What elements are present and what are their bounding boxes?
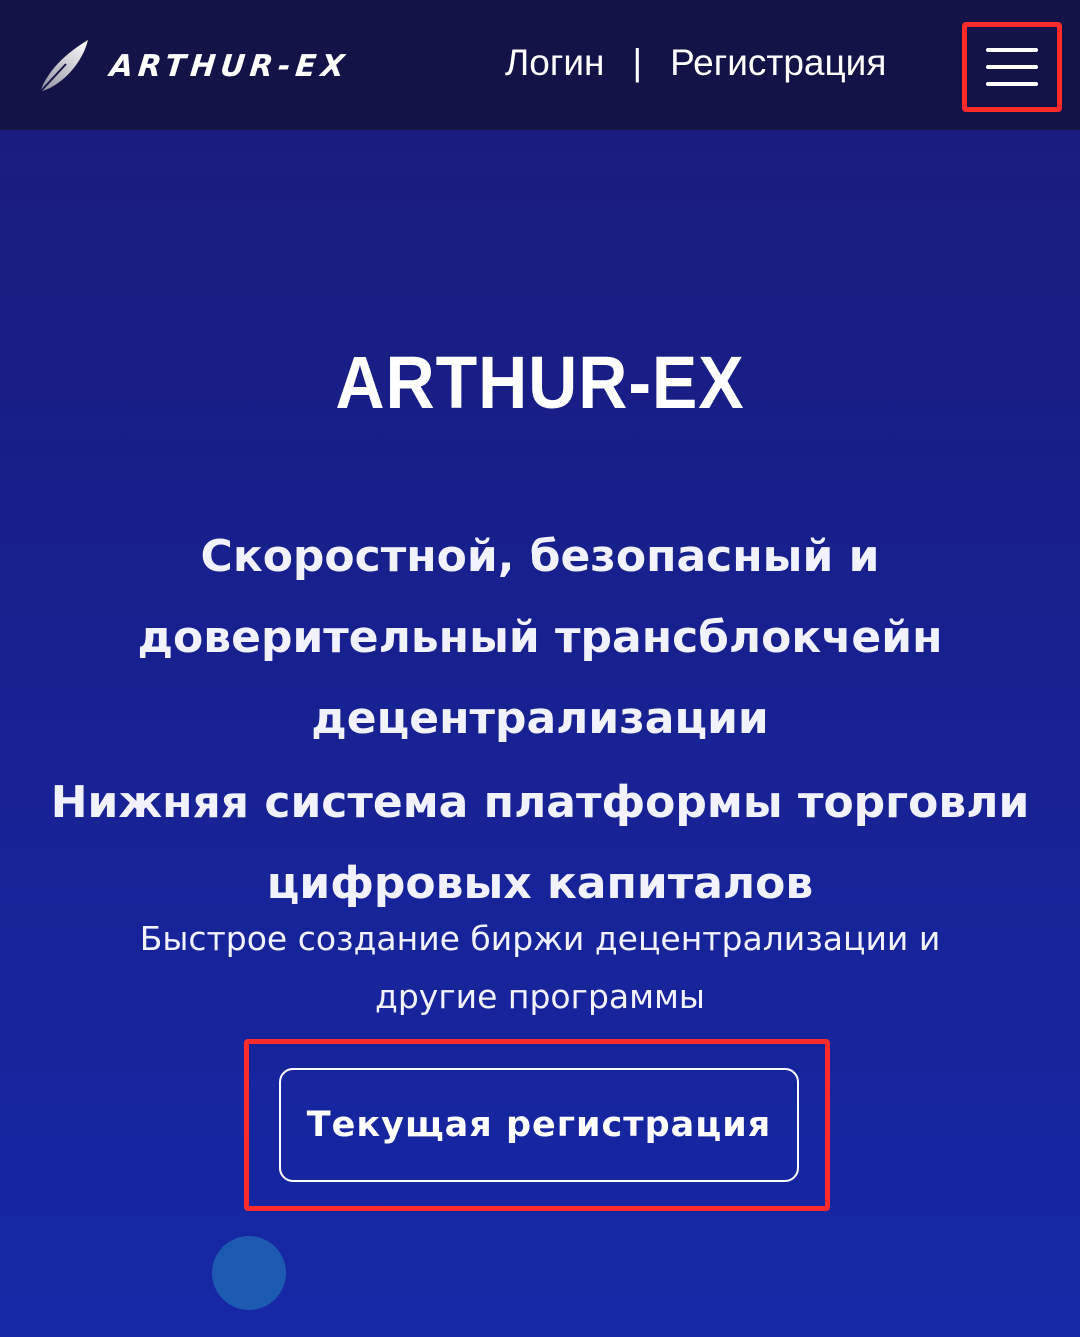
hero-title: ARTHUR-EX xyxy=(335,341,745,424)
hero-subtitle: Скоростной, безопасный и доверительный т… xyxy=(0,516,1080,759)
feather-logo-icon xyxy=(39,40,88,93)
auth-links: Логин | Регистрация xyxy=(505,42,886,84)
hero-description: Быстрое создание биржи децентрализации и… xyxy=(40,910,1040,1026)
hero-subtitle-secondary: Нижняя система платформы торговли цифров… xyxy=(0,762,1080,924)
register-now-button[interactable]: Текущая регистрация xyxy=(279,1068,799,1182)
nav-separator: | xyxy=(632,42,643,83)
hero-subtitle-line: Скоростной, безопасный и xyxy=(200,531,880,582)
hamburger-menu-icon xyxy=(986,48,1038,86)
hero-subtitle-line: доверительный трансблокчейн xyxy=(137,612,943,663)
hero-description-line: Быстрое создание биржи децентрализации и xyxy=(139,919,941,958)
menu-button[interactable] xyxy=(962,22,1062,112)
login-link[interactable]: Логин xyxy=(505,42,604,84)
site-logo[interactable]: ARTHUR-EX xyxy=(36,36,351,96)
hero-description-line: другие программы xyxy=(375,977,705,1016)
logo-text: ARTHUR-EX xyxy=(108,48,351,84)
hero-subtitle-secondary-line: Нижняя система платформы торговли xyxy=(50,777,1030,828)
decorative-bubble xyxy=(212,1236,286,1310)
register-link[interactable]: Регистрация xyxy=(670,42,886,84)
hero-subtitle-line: децентрализации xyxy=(311,693,769,744)
top-navbar: ARTHUR-EX Логин | Регистрация xyxy=(0,0,1080,130)
